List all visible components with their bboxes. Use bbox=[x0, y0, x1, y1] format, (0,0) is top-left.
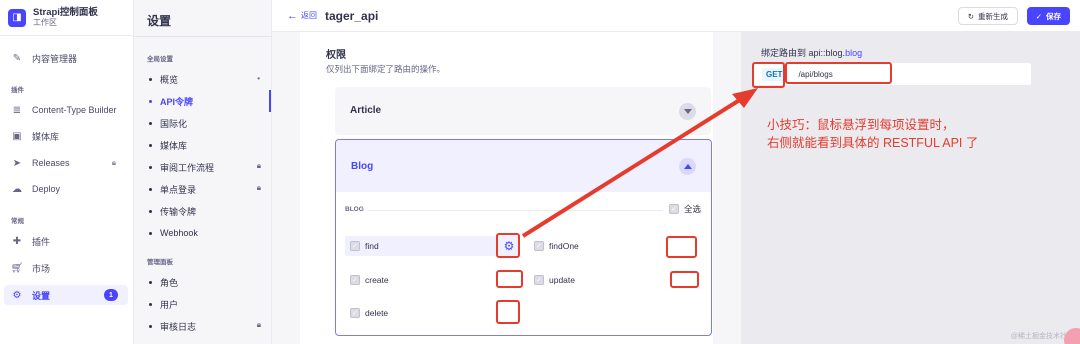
annotation-arrow bbox=[521, 88, 758, 238]
annotation-tip-line1: 小技巧：鼠标悬浮到每项设置时， bbox=[767, 118, 955, 132]
annotation-tip-line2: 右侧就能看到具体的 RESTFUL API 了 bbox=[767, 136, 979, 150]
